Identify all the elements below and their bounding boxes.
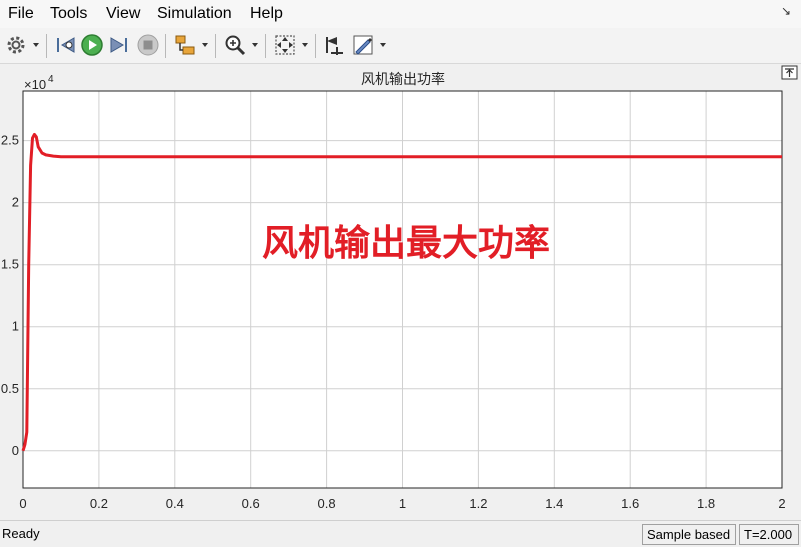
menu-file[interactable]: File bbox=[8, 5, 34, 23]
run-icon[interactable] bbox=[80, 33, 104, 57]
status-ready-text: Ready bbox=[2, 526, 40, 541]
cursor-measure-icon[interactable] bbox=[323, 33, 347, 57]
fit-view-dropdown-icon[interactable] bbox=[301, 41, 309, 49]
settings-dropdown-icon[interactable] bbox=[32, 41, 40, 49]
y-tick-label: 1.5 bbox=[1, 257, 19, 272]
x-tick-label: 0.2 bbox=[90, 496, 108, 511]
menu-tools[interactable]: Tools bbox=[50, 5, 87, 23]
style-dropdown-icon[interactable] bbox=[379, 41, 387, 49]
x-tick-label: 1.6 bbox=[621, 496, 639, 511]
toolbar-separator bbox=[46, 34, 47, 58]
x-tick-label: 1.4 bbox=[545, 496, 563, 511]
axes-restore-icon[interactable] bbox=[781, 65, 798, 80]
sim-time-indicator: T=2.000 bbox=[739, 524, 799, 545]
annotation-text: 风机输出最大功率 bbox=[262, 223, 550, 264]
menu-simulation[interactable]: Simulation bbox=[157, 5, 232, 23]
x-tick-label: 1.2 bbox=[469, 496, 487, 511]
menu-help[interactable]: Help bbox=[250, 5, 283, 23]
menu-bar: File Tools View Simulation Help ↘ bbox=[0, 0, 801, 28]
style-icon[interactable] bbox=[351, 33, 375, 57]
y-tick-label: 2.5 bbox=[1, 133, 19, 148]
step-forward-icon[interactable] bbox=[107, 33, 131, 57]
toolbar-separator bbox=[215, 34, 216, 58]
highlight-icon[interactable] bbox=[173, 33, 197, 57]
plot-figure: 风机输出功率 0 0.2 0.4 0.6 0.8 1 1.2 1.4 1.6 1.8 2 0 0.5 1 1… bbox=[0, 64, 801, 520]
menu-view[interactable]: View bbox=[106, 5, 140, 23]
zoom-dropdown-icon[interactable] bbox=[251, 41, 259, 49]
x-tick-label: 2 bbox=[778, 496, 785, 511]
x-tick-label: 0.6 bbox=[242, 496, 260, 511]
scope-window: File Tools View Simulation Help ↘ 风机输出功率… bbox=[0, 0, 801, 547]
zoom-icon[interactable] bbox=[223, 33, 247, 57]
x-tick-label: 1.8 bbox=[697, 496, 715, 511]
y-tick-label: 1 bbox=[12, 319, 19, 334]
sample-mode-indicator: Sample based bbox=[642, 524, 736, 545]
highlight-dropdown-icon[interactable] bbox=[201, 41, 209, 49]
plot-title: 风机输出功率 bbox=[361, 71, 445, 88]
y-tick-label: 0 bbox=[12, 443, 19, 458]
stop-icon[interactable] bbox=[136, 33, 160, 57]
plot-canvas: 风机输出功率 0 0.2 0.4 0.6 0.8 1 1.2 1.4 1.6 1.8 2 0 0.5 1 1… bbox=[1, 65, 798, 511]
x-tick-label: 1 bbox=[399, 496, 406, 511]
x-tick-label: 0.8 bbox=[318, 496, 336, 511]
settings-icon[interactable] bbox=[4, 33, 28, 57]
undock-arrow-icon[interactable]: ↘ bbox=[781, 4, 791, 18]
plot-axes[interactable]: 0 0.2 0.4 0.6 0.8 1 1.2 1.4 1.6 1.8 2 0 0.5 1 1.5 2 2.5 bbox=[1, 90, 786, 511]
y-tick-label: 2 bbox=[12, 195, 19, 210]
toolbar-separator bbox=[315, 34, 316, 58]
status-bar: Ready Sample based T=2.000 bbox=[0, 520, 801, 547]
exponent-label: ×10 bbox=[24, 77, 46, 92]
y-tick-label: 0.5 bbox=[1, 381, 19, 396]
toolbar-separator bbox=[265, 34, 266, 58]
step-back-icon[interactable] bbox=[54, 33, 78, 57]
fit-view-icon[interactable] bbox=[273, 33, 297, 57]
x-tick-label: 0 bbox=[19, 496, 26, 511]
toolbar-separator bbox=[165, 34, 166, 58]
x-tick-label: 0.4 bbox=[166, 496, 184, 511]
exponent-superscript: 4 bbox=[48, 74, 54, 85]
toolbar bbox=[0, 28, 801, 64]
